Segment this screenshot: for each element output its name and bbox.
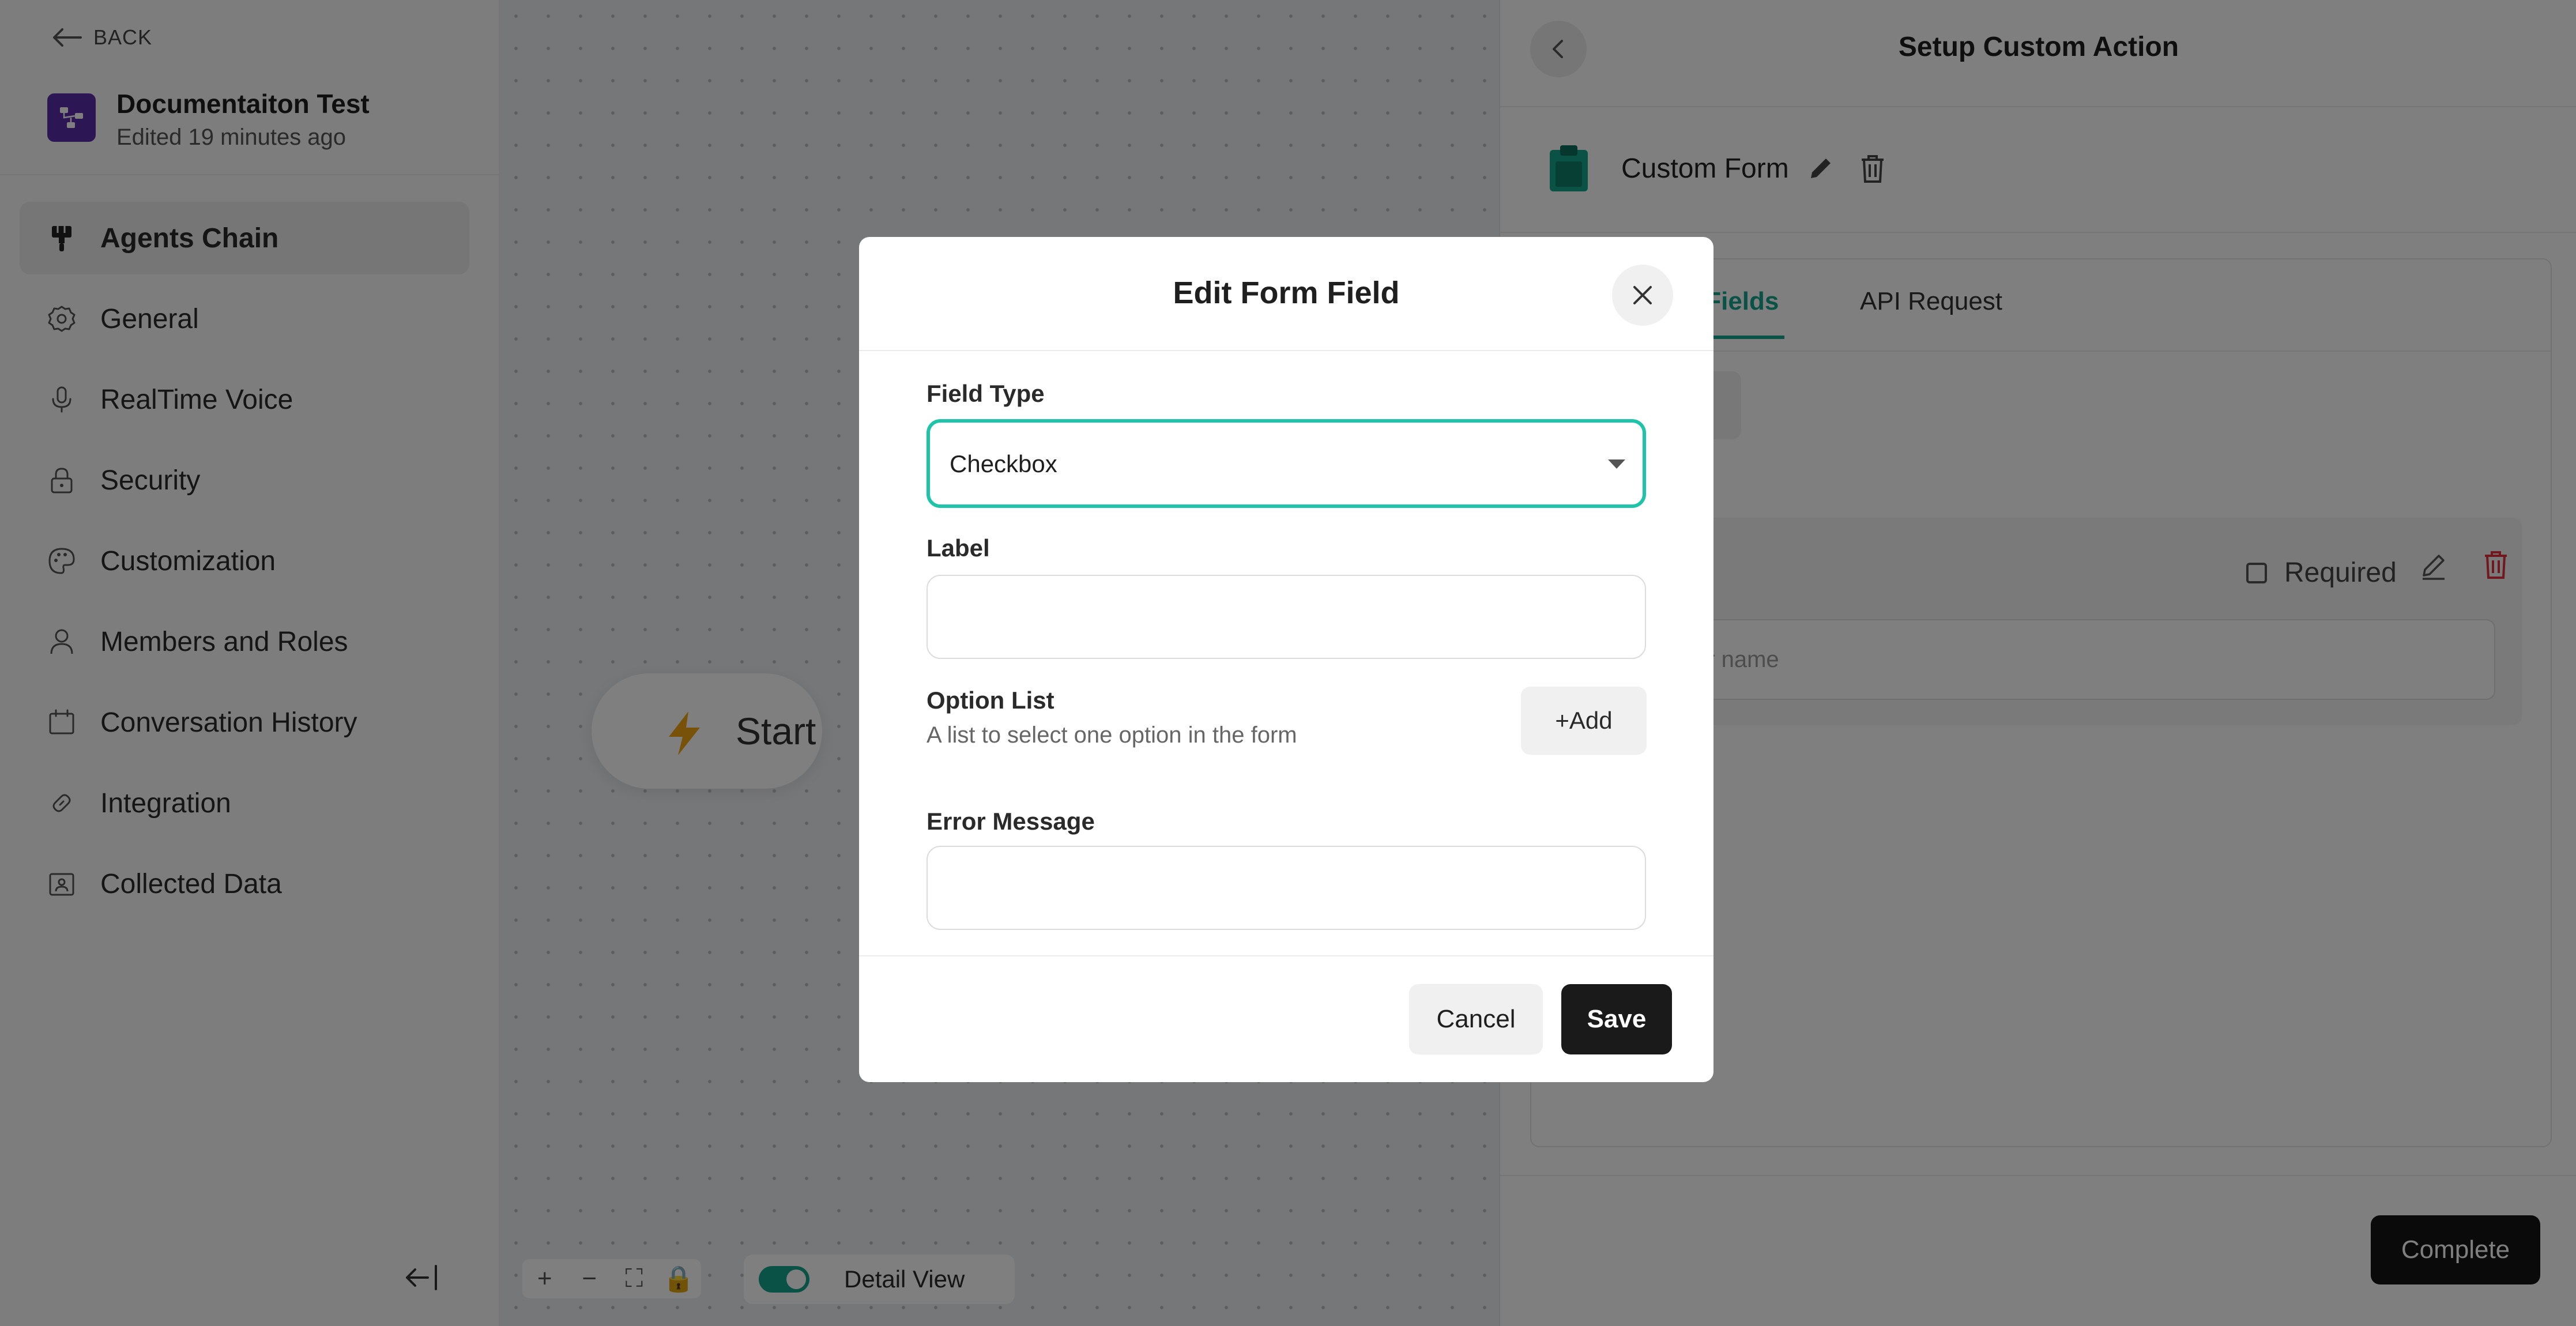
field-type-value: Checkbox — [950, 450, 1057, 477]
save-button[interactable]: Save — [1561, 984, 1672, 1054]
dialog-title: Edit Form Field — [1173, 276, 1400, 310]
chevron-down-icon — [1608, 459, 1625, 469]
field-type-select[interactable]: Checkbox — [927, 419, 1646, 508]
dialog-footer-divider — [859, 955, 1713, 956]
edit-form-field-dialog: Edit Form Field Field Type Checkbox Labe… — [859, 237, 1713, 1082]
label-input[interactable] — [927, 575, 1646, 659]
field-type-label: Field Type — [927, 380, 1045, 407]
close-button[interactable] — [1612, 265, 1673, 326]
dialog-header-divider — [859, 350, 1713, 351]
close-icon — [1633, 286, 1652, 304]
option-list-label: Option List — [927, 687, 1054, 714]
cancel-button[interactable]: Cancel — [1409, 984, 1543, 1054]
error-message-input[interactable] — [927, 846, 1646, 930]
option-list-description: A list to select one option in the form — [927, 722, 1297, 748]
error-message-label: Error Message — [927, 808, 1095, 835]
label-field-label: Label — [927, 534, 990, 562]
add-option-button[interactable]: +Add — [1521, 687, 1647, 755]
